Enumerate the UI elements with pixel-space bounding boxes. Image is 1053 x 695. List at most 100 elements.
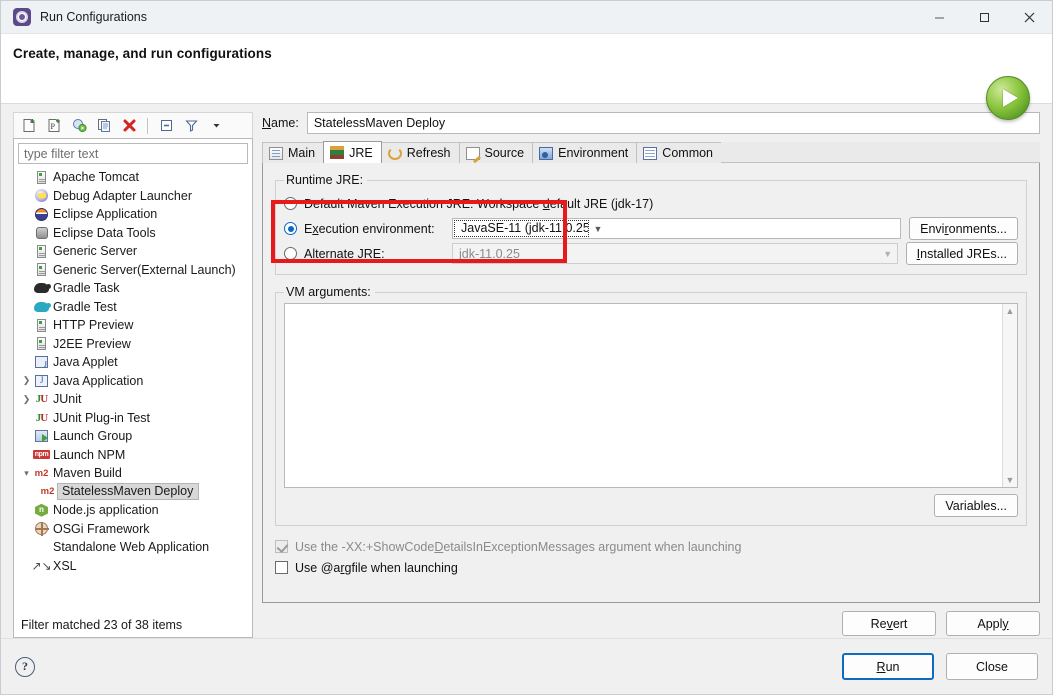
tree-item-icon: [33, 337, 50, 351]
vm-arguments-textarea[interactable]: [285, 304, 1002, 487]
maximize-button[interactable]: [962, 1, 1007, 34]
configurations-tree[interactable]: Apache Tomcat Debug Adapter Launcher Eclip…: [14, 167, 252, 613]
vm-arguments-scrollbar[interactable]: ▲ ▼: [1002, 304, 1017, 487]
tab-environment[interactable]: Environment: [532, 142, 638, 163]
tree-item-j2ee-preview[interactable]: J2EE Preview: [14, 335, 252, 354]
tree-item-label: Standalone Web Application: [53, 540, 210, 555]
tree-item-launch-npm[interactable]: npm Launch NPM: [14, 446, 252, 465]
filter-status-label: Filter matched 23 of 38 items: [21, 618, 183, 632]
tree-item-icon: [33, 301, 51, 312]
tree-item-java-application[interactable]: ❯ Java Application: [14, 372, 252, 391]
execution-environment-combo[interactable]: JavaSE-11 (jdk-11.0.25) ▼: [452, 218, 902, 239]
name-label: Name:: [262, 116, 299, 130]
tab-common[interactable]: Common: [636, 142, 723, 163]
window-title: Run Configurations: [40, 10, 148, 24]
tree-item-junit[interactable]: ❯ JU JUnit: [14, 390, 252, 409]
scroll-down-icon[interactable]: ▼: [1006, 475, 1015, 485]
tab-jre[interactable]: JRE: [323, 141, 382, 163]
tree-item-maven-build[interactable]: ▾ m2 Maven Build: [14, 464, 252, 483]
tree-item-java-applet[interactable]: Java Applet: [14, 353, 252, 372]
tree-item-label: Launch Group: [53, 429, 133, 444]
execution-environment-radio[interactable]: [284, 222, 297, 235]
tree-item-eclipse-application[interactable]: Eclipse Application: [14, 205, 252, 224]
help-question-icon[interactable]: ?: [15, 656, 35, 677]
tree-item-gradle-test[interactable]: Gradle Test: [14, 298, 252, 317]
tree-item-label: XSL: [53, 558, 77, 573]
window-controls: [917, 1, 1052, 34]
debug-adapter-icon: [35, 189, 48, 203]
export-launch-configuration-icon[interactable]: [68, 116, 90, 136]
tree-item-osgi-framework[interactable]: OSGi Framework: [14, 520, 252, 539]
filter-input[interactable]: [18, 143, 248, 164]
chevron-down-icon[interactable]: ▼: [589, 219, 607, 238]
tree-item-generic-server[interactable]: Generic Server: [14, 242, 252, 261]
filter-icon[interactable]: [180, 116, 202, 136]
apply-button[interactable]: Appl y: [946, 611, 1040, 636]
argfile-label: Use @argfile when launching: [295, 560, 458, 575]
alternate-jre-radio[interactable]: [284, 247, 297, 260]
duplicate-icon[interactable]: [93, 116, 115, 136]
server-icon: [37, 263, 46, 277]
tree-item-eclipse-data-tools[interactable]: Eclipse Data Tools: [14, 224, 252, 243]
run-button[interactable]: Run: [842, 653, 934, 680]
close-button[interactable]: [1007, 1, 1052, 34]
tab-refresh[interactable]: Refresh: [380, 142, 460, 163]
new-prototype-icon[interactable]: P: [43, 116, 65, 136]
tree-item-gradle-task[interactable]: Gradle Task: [14, 279, 252, 298]
configurations-toolbar: P: [13, 112, 253, 138]
argfile-checkbox-row[interactable]: Use @argfile when launching: [275, 557, 1027, 578]
scroll-up-icon[interactable]: ▲: [1006, 306, 1015, 316]
variables-button[interactable]: Variables...: [934, 494, 1018, 517]
execution-environment-value: JavaSE-11 (jdk-11.0.25): [454, 220, 589, 237]
configuration-tabs[interactable]: Main JRE Refresh Source Environment Common: [259, 141, 1040, 163]
new-launch-configuration-icon[interactable]: [18, 116, 40, 136]
configuration-editor: Name: Main JRE Refresh Source Environment Com…: [259, 112, 1040, 638]
default-jre-radio[interactable]: [284, 197, 297, 210]
argfile-checkbox[interactable]: [275, 561, 288, 574]
chevron-right-icon[interactable]: ❯: [20, 394, 33, 405]
environments-button[interactable]: Envi r onments...: [909, 217, 1018, 240]
tab-label: Source: [484, 146, 525, 160]
tab-source[interactable]: Source: [458, 142, 534, 163]
tree-item-icon: [33, 283, 51, 294]
tab-main[interactable]: Main: [262, 142, 325, 163]
tree-item-generic-server-external-launch[interactable]: Generic Server(External Launch): [14, 261, 252, 280]
default-jre-radio-row[interactable]: Default Maven Execution JRE: Workspace d…: [284, 191, 1018, 216]
nodejs-icon: n: [35, 503, 48, 517]
installed-jres-button[interactable]: Installed JREs...: [905, 242, 1018, 265]
tree-item-icon: [33, 189, 50, 203]
delete-icon[interactable]: [118, 116, 140, 136]
tree-item-xsl[interactable]: ↗↘ XSL: [14, 557, 252, 576]
apply-revert-row: Re v ert Appl y: [262, 603, 1040, 638]
tab-label: Environment: [558, 146, 629, 160]
tree-item-statelessmaven-deploy[interactable]: m2 StatelessMaven Deploy: [14, 483, 252, 502]
tree-item-label: Java Application: [53, 373, 144, 388]
tree-item-node-js-application[interactable]: n Node.js application: [14, 501, 252, 520]
minimize-button[interactable]: [917, 1, 962, 34]
tree-item-junit-plug-in-test[interactable]: JU JUnit Plug-in Test: [14, 409, 252, 428]
tree-item-standalone-web-application[interactable]: Standalone Web Application: [14, 538, 252, 557]
name-input[interactable]: [306, 112, 1040, 134]
close-button-footer[interactable]: Close: [946, 653, 1038, 680]
vm-arguments-area[interactable]: ▲ ▼: [284, 303, 1018, 488]
execution-environment-radio-row[interactable]: Execution environment: JavaSE-11 (jdk-11…: [284, 216, 1018, 241]
chevron-down-icon[interactable]: [205, 116, 227, 136]
tree-item-label: Apache Tomcat: [53, 170, 139, 185]
alternate-jre-combo: jdk-11.0.25 ▼: [452, 243, 898, 264]
revert-button[interactable]: Re v ert: [842, 611, 936, 636]
show-code-details-checkbox-row: Use the -XX:+ShowCodeDetailsInExceptionM…: [275, 536, 1027, 557]
environment-tab-icon: [539, 146, 554, 160]
tree-item-apache-tomcat[interactable]: Apache Tomcat: [14, 168, 252, 187]
collapse-all-icon[interactable]: [155, 116, 177, 136]
chevron-down-icon: ▼: [883, 248, 893, 259]
chevron-right-icon[interactable]: ❯: [20, 375, 33, 386]
vm-arguments-group: VM arguments: ▲ ▼ Variables...: [275, 285, 1027, 526]
tree-item-debug-adapter-launcher[interactable]: Debug Adapter Launcher: [14, 187, 252, 206]
server-icon: [37, 318, 46, 332]
tree-item-launch-group[interactable]: Launch Group: [14, 427, 252, 446]
chevron-down-icon[interactable]: ▾: [20, 468, 33, 479]
tab-label: Refresh: [406, 146, 451, 160]
tree-item-icon: [33, 244, 50, 258]
alternate-jre-radio-row[interactable]: Alternate JRE: jdk-11.0.25 ▼ Installed J…: [284, 241, 1018, 266]
tree-item-http-preview[interactable]: HTTP Preview: [14, 316, 252, 335]
